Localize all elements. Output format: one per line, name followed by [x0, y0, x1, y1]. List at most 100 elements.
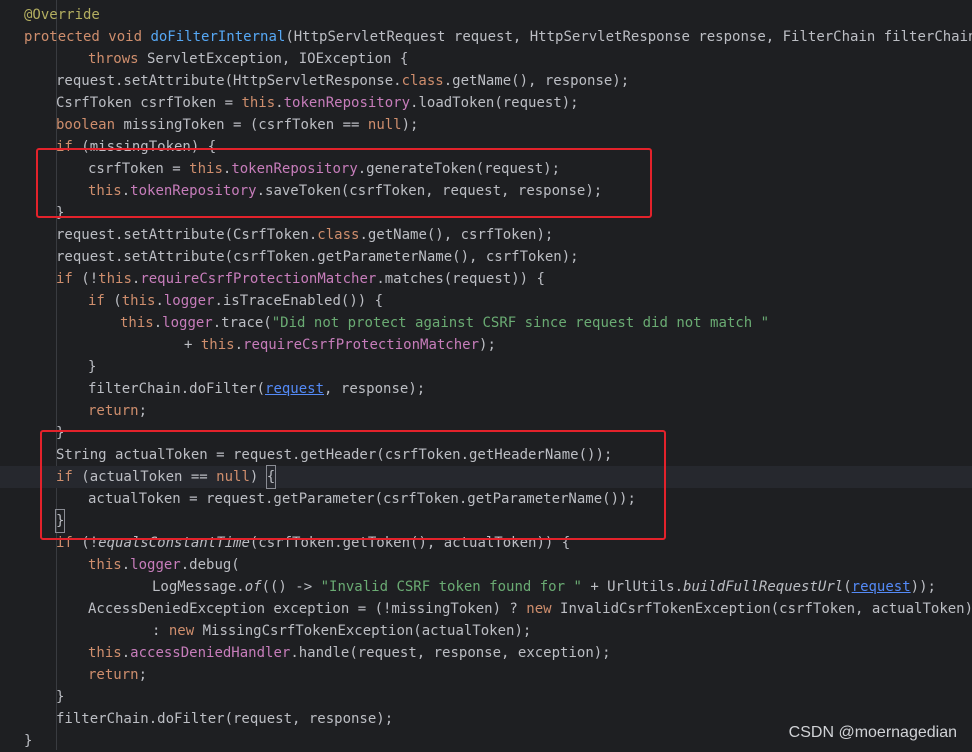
code-line[interactable]: LogMessage.of(() -> "Invalid CSRF token … [0, 576, 972, 598]
code-token: this [88, 557, 122, 573]
code-token: this [88, 645, 122, 661]
code-line[interactable]: } [0, 422, 972, 444]
code-line[interactable]: request.setAttribute(csrfToken.getParame… [0, 246, 972, 268]
code-token: protected [24, 29, 100, 45]
code-line[interactable]: request.setAttribute(HttpServletResponse… [0, 70, 972, 92]
code-token: logger [162, 315, 213, 331]
code-token: doFilterInternal [150, 29, 286, 45]
code-line[interactable]: + this.requireCsrfProtectionMatcher); [0, 334, 972, 356]
code-token: .getName(), response); [443, 73, 630, 89]
code-token: + UrlUtils. [581, 579, 684, 595]
code-token: .debug( [180, 557, 240, 573]
code-token: this [88, 183, 122, 199]
code-line[interactable]: csrfToken = this.tokenRepository.generat… [0, 158, 972, 180]
code-token: ; [138, 667, 148, 683]
code-line[interactable]: this.tokenRepository.saveToken(csrfToken… [0, 180, 972, 202]
code-line[interactable]: } [0, 509, 972, 533]
code-token: null [216, 469, 250, 485]
code-line[interactable]: } [0, 202, 972, 224]
code-token: tokenRepository [231, 161, 358, 177]
code-token: + [184, 337, 201, 353]
code-token: String actualToken = request.getHeader(c… [56, 447, 613, 463]
code-token: null [367, 117, 402, 133]
code-editor[interactable]: @Override protected void doFilterInternal… [0, 0, 972, 750]
code-line[interactable]: this.logger.debug( [0, 554, 972, 576]
code-token: class [401, 73, 444, 89]
code-line[interactable]: AccessDeniedException exception = (!miss… [0, 598, 972, 620]
code-token: missingToken = (csrfToken == [115, 117, 368, 133]
code-token: } [56, 425, 65, 441]
code-token: if [56, 271, 73, 287]
code-token: if [56, 469, 73, 485]
code-token: ); [401, 117, 419, 133]
code-token: (HttpServletRequest request, HttpServlet… [285, 29, 972, 45]
code-token: tokenRepository [283, 95, 411, 111]
code-link[interactable]: request [265, 381, 324, 397]
code-token: request.setAttribute(HttpServletResponse… [56, 73, 402, 89]
code-line[interactable]: if (!this.requireCsrfProtectionMatcher.m… [0, 268, 972, 290]
code-token: . [153, 315, 163, 331]
code-line[interactable]: actualToken = request.getParameter(csrfT… [0, 488, 972, 510]
code-token: actualToken = request.getParameter(csrfT… [88, 491, 636, 507]
code-token: } [56, 689, 65, 705]
code-line[interactable]: CsrfToken csrfToken = this.tokenReposito… [0, 92, 972, 114]
code-token: )); [910, 579, 936, 595]
code-token: request.setAttribute(CsrfToken. [56, 227, 318, 243]
code-token: this [121, 293, 156, 309]
code-line[interactable]: if (missingToken) { [0, 136, 972, 158]
code-token: AccessDeniedException exception = (!miss… [88, 601, 527, 617]
code-token: { [265, 465, 277, 489]
code-token: ( [843, 579, 852, 595]
code-token: new [168, 623, 195, 639]
code-token: requireCsrfProtectionMatcher [140, 271, 377, 287]
code-token: class [317, 227, 360, 243]
code-token: if [56, 535, 73, 551]
code-token: . [275, 95, 284, 111]
code-token: (csrfToken.getToken(), actualToken)) { [249, 535, 571, 551]
code-line[interactable]: if (!equalsConstantTime(csrfToken.getTok… [0, 532, 972, 554]
code-link[interactable]: request [852, 579, 911, 595]
code-line[interactable]: this.accessDeniedHandler.handle(request,… [0, 642, 972, 664]
code-line[interactable]: return; [0, 400, 972, 422]
code-token: (actualToken == [72, 469, 217, 485]
code-token: this [98, 271, 132, 287]
code-token: this [200, 337, 235, 353]
code-line[interactable]: if (this.logger.isTraceEnabled()) { [0, 290, 972, 312]
code-token: ServletException, IOException { [138, 51, 409, 67]
code-token: buildFullRequestUrl [683, 579, 844, 595]
code-token: ); [479, 337, 496, 353]
code-token: .handle(request, response, exception); [290, 645, 611, 661]
code-token: filterChain.doFilter(request, response); [56, 711, 394, 727]
code-line[interactable]: @Override [0, 4, 972, 26]
code-token: csrfToken = [88, 161, 190, 177]
code-line[interactable]: filterChain.doFilter(request, response); [0, 378, 972, 400]
code-token: CsrfToken csrfToken = [56, 95, 242, 111]
code-line[interactable]: String actualToken = request.getHeader(c… [0, 444, 972, 466]
code-line[interactable]: boolean missingToken = (csrfToken == nul… [0, 114, 972, 136]
code-token: : [152, 623, 169, 639]
code-line[interactable]: protected void doFilterInternal(HttpServ… [0, 26, 972, 48]
code-token: logger [130, 557, 181, 573]
code-line[interactable]: } [0, 686, 972, 708]
code-token: this [120, 315, 154, 331]
code-line[interactable]: if (actualToken == null) { [0, 465, 972, 489]
code-line[interactable]: return; [0, 664, 972, 686]
code-token: throws [88, 51, 139, 67]
code-line[interactable]: } [0, 356, 972, 378]
watermark: CSDN @moernagedian [788, 724, 957, 741]
code-token: request.setAttribute(csrfToken.getParame… [56, 249, 579, 265]
code-line[interactable]: this.logger.trace("Did not protect again… [0, 312, 972, 334]
code-area[interactable]: @Override protected void doFilterInternal… [0, 4, 972, 752]
code-token: } [24, 733, 33, 749]
code-token: . [121, 557, 131, 573]
code-line[interactable]: : new MissingCsrfTokenException(actualTo… [0, 620, 972, 642]
code-token: ( [104, 293, 122, 309]
code-token: } [54, 509, 66, 533]
code-token: .getName(), csrfToken); [359, 227, 554, 243]
code-token: new [526, 601, 552, 617]
code-line[interactable]: request.setAttribute(CsrfToken.class.get… [0, 224, 972, 246]
code-token: (missingToken) { [72, 139, 217, 155]
code-token: MissingCsrfTokenException(actualToken); [194, 623, 532, 639]
code-token: . [121, 645, 131, 661]
code-line[interactable]: throws ServletException, IOException { [0, 48, 972, 70]
